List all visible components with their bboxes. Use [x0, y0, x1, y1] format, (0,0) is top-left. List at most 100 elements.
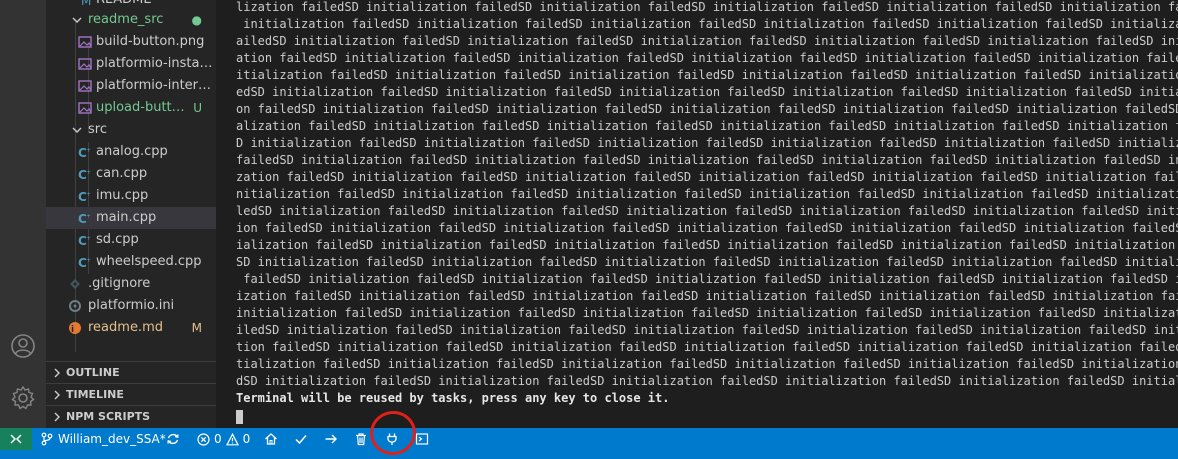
terminal-line: nitialization failedSD initialization fa… [236, 187, 1178, 201]
platformio-upload-button[interactable] [324, 428, 338, 450]
sync-button[interactable] [166, 428, 180, 450]
cpp-file-icon: C + [78, 255, 92, 270]
terminal-panel[interactable]: lization failedSD initialization failedS… [216, 0, 1178, 428]
tree-item-imu-cpp[interactable]: C + imu.cpp [46, 185, 216, 207]
timeline-section-header[interactable]: TIMELINE [46, 383, 216, 406]
terminal-line: alization failedSD initialization failed… [236, 119, 1178, 133]
platformio-home-button[interactable] [264, 428, 278, 450]
outline-section-header[interactable]: OUTLINE [46, 361, 216, 384]
sync-icon [167, 433, 179, 445]
tree-item-label: platformio.ini [88, 298, 175, 313]
gear-file-icon [68, 299, 82, 313]
git-status-badge: U [193, 101, 202, 115]
section-title: OUTLINE [66, 366, 120, 379]
tree-item-build-button-png[interactable]: build-button.png [46, 31, 216, 53]
tree-item-wheelspeed-cpp[interactable]: C + wheelspeed.cpp [46, 251, 216, 273]
cpp-file-icon: C + [78, 167, 92, 182]
git-status-badge: M [191, 321, 202, 335]
git-status-badge: ● [191, 13, 202, 27]
terminal-line: failedSD initialization failedSD initial… [236, 272, 1178, 286]
tree-item-gitignore[interactable]: .gitignore [46, 273, 216, 295]
terminal-line: ialization failedSD initialization faile… [236, 238, 1178, 252]
terminal-line: ation failedSD initialization failedSD i… [236, 51, 1178, 65]
tree-item-platformio-installation[interactable]: platformio-installat... [46, 53, 216, 75]
explorer-sidebar: M README readme_src ● build-button.png p… [46, 0, 216, 428]
settings-gear-icon[interactable] [8, 383, 38, 413]
section-title: TIMELINE [66, 388, 124, 401]
svg-text:+: + [86, 213, 91, 220]
branch-name: William_dev_SSA* [58, 432, 166, 446]
home-icon [265, 433, 277, 445]
tree-item-platformio-interface[interactable]: platformio-interfac... [46, 75, 216, 97]
terminal-line: on failedSD initialization failedSD init… [236, 102, 1178, 116]
tree-item-label: build-button.png [96, 34, 205, 49]
terminal-line: dSD initialization failedSD initializati… [236, 374, 1178, 388]
platformio-clean-button[interactable] [354, 428, 368, 450]
remote-indicator[interactable] [0, 428, 32, 450]
platformio-new-terminal-button[interactable] [415, 428, 429, 450]
tree-item-main-cpp[interactable]: C + main.cpp [46, 207, 216, 229]
terminal-line: initialization failedSD initialization f… [236, 17, 1178, 31]
terminal-line: ledSD initialization failedSD initializa… [236, 204, 1178, 218]
image-file-icon [78, 79, 92, 93]
git-branch-icon [41, 432, 53, 446]
branch-status[interactable]: William_dev_SSA* [40, 428, 166, 450]
terminal-line: edSD initialization failedSD initializat… [236, 85, 1178, 99]
tree-item-label: can.cpp [96, 166, 148, 181]
tree-item-can-cpp[interactable]: C + can.cpp [46, 163, 216, 185]
status-bar: William_dev_SSA* 0 0 [0, 428, 1178, 459]
tree-item-analog-cpp[interactable]: C + analog.cpp [46, 141, 216, 163]
terminal-final-message: Terminal will be reused by tasks, press … [236, 391, 670, 405]
checkmark-icon [295, 435, 307, 445]
terminal-line: ion failedSD initialization failedSD ini… [236, 221, 1178, 235]
terminal-line: ization failedSD initialization failedSD… [236, 289, 1178, 303]
remote-icon [10, 434, 22, 444]
terminal-line: ailedSD initialization failedSD initiali… [236, 34, 1178, 48]
terminal-line: SD initialization failedSD initializatio… [236, 255, 1178, 269]
image-file-icon [78, 101, 92, 115]
svg-text:+: + [86, 257, 91, 264]
terminal-line: initialization failedSD initialization f… [236, 306, 1178, 320]
terminal-line: tion failedSD initialization failedSD in… [236, 340, 1178, 354]
tree-item-label: sd.cpp [96, 232, 139, 247]
svg-text:M: M [81, 0, 91, 7]
accounts-icon[interactable] [8, 331, 38, 361]
terminal-line: lization failedSD initialization failedS… [236, 0, 1178, 14]
npm-scripts-section-header[interactable]: NPM SCRIPTS [46, 405, 216, 428]
tree-item-label: readme.md [88, 320, 163, 335]
tree-item-platformio-ini[interactable]: platformio.ini [46, 295, 216, 317]
tree-folder-src[interactable]: src [46, 119, 216, 141]
image-file-icon [78, 57, 92, 71]
cpp-file-icon: C + [78, 211, 92, 226]
platformio-build-button[interactable] [294, 428, 308, 450]
cpp-file-icon: C + [78, 145, 92, 160]
tree-item-upload-button[interactable]: upload-butto... U [46, 97, 216, 119]
problems-status[interactable]: 0 0 [197, 428, 250, 450]
tree-item-label: platformio-installat... [96, 56, 214, 71]
tree-item-label: imu.cpp [96, 188, 149, 203]
tree-item-label: .gitignore [88, 276, 151, 291]
tree-item-readme-md[interactable]: i readme.md M [46, 317, 216, 339]
svg-text:+: + [86, 235, 91, 242]
section-title: NPM SCRIPTS [66, 410, 151, 423]
warning-count: 0 [242, 432, 251, 446]
cpp-file-icon: C + [78, 189, 92, 204]
terminal-icon [415, 433, 429, 445]
terminal-cursor [236, 410, 243, 424]
tree-item-label: analog.cpp [96, 144, 168, 159]
tree-item-label: src [88, 122, 107, 137]
cpp-file-icon: C + [78, 233, 92, 248]
chevron-down-icon [70, 13, 84, 27]
tree-item-label: platformio-interfac... [96, 78, 214, 93]
terminal-line: tialization failedSD initialization fail… [236, 357, 1178, 371]
error-count: 0 [214, 432, 222, 446]
arrow-right-icon [325, 434, 337, 444]
tree-item-sd-cpp[interactable]: C + sd.cpp [46, 229, 216, 251]
tree-item-label: readme_src [88, 12, 164, 27]
svg-text:i: i [71, 325, 74, 335]
warning-icon [225, 432, 239, 445]
terminal-line: iledSD initialization failedSD initializ… [236, 323, 1178, 337]
trash-icon [356, 433, 366, 446]
tree-item-label: wheelspeed.cpp [96, 254, 202, 269]
tree-folder-readme-src[interactable]: readme_src ● [46, 9, 216, 31]
